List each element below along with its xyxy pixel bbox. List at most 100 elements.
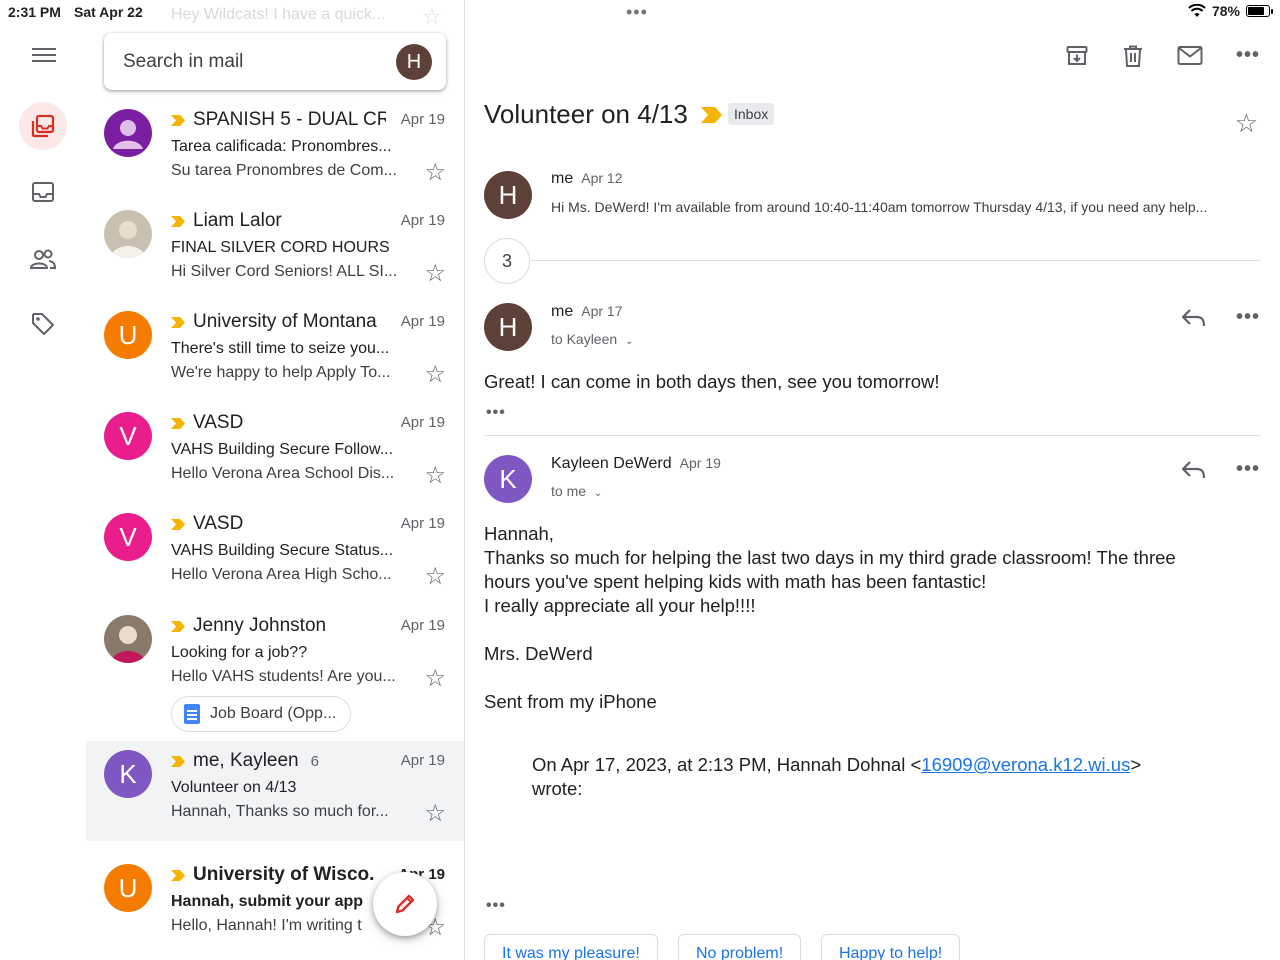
sender-line: University of Wisco. xyxy=(171,864,386,886)
mail-subject: Tarea calificada: Pronombres... xyxy=(171,138,392,155)
body-line: I really appreciate all your help!!!! xyxy=(484,595,756,616)
archive-icon[interactable] xyxy=(1063,42,1091,70)
avatar[interactable] xyxy=(104,615,152,663)
mail-date: Apr 19 xyxy=(400,414,445,431)
mail-snippet: We're happy to help Apply To... xyxy=(171,364,391,381)
mail-list-row[interactable]: V VASD Apr 19 VAHS Building Secure Follow..… xyxy=(86,403,464,503)
message-header[interactable]: Kayleen DeWerd Apr 19 xyxy=(551,455,721,473)
nav-rail xyxy=(0,0,86,960)
thread-count: 6 xyxy=(310,752,319,770)
important-marker-icon xyxy=(171,755,185,767)
attachment-name: Job Board (Opp... xyxy=(210,705,337,722)
star-icon[interactable]: ☆ xyxy=(424,259,446,288)
smart-reply-button[interactable]: No problem! xyxy=(678,934,802,960)
show-trimmed-icon[interactable]: ••• xyxy=(486,897,506,915)
rail-contacts-icon[interactable] xyxy=(19,235,67,283)
mail-list-row[interactable]: V VASD Apr 19 VAHS Building Secure Status..… xyxy=(86,504,464,604)
star-icon[interactable]: ☆ xyxy=(424,158,446,187)
mail-subject: There's still time to seize you... xyxy=(171,340,390,357)
smart-reply-button[interactable]: Happy to help! xyxy=(821,934,961,960)
attachment-chip[interactable]: Job Board (Opp... xyxy=(171,696,352,732)
recipients-toggle[interactable]: to Kayleen ⌄ xyxy=(551,331,633,347)
mail-snippet: Hello, Hannah! I'm writing t xyxy=(171,917,362,934)
avatar[interactable]: V xyxy=(104,513,152,561)
status-bar: 2:31 PM Sat Apr 22 ••• 78% xyxy=(0,0,1280,26)
collapsed-divider xyxy=(531,260,1261,261)
battery-icon xyxy=(1246,5,1273,17)
body-line xyxy=(484,666,1176,690)
avatar[interactable] xyxy=(104,210,152,258)
quote-wrote: wrote: xyxy=(532,778,583,799)
rail-labels-icon[interactable] xyxy=(19,300,67,348)
rail-mail-stack-icon[interactable] xyxy=(19,102,67,150)
mail-list-row[interactable]: Kme, Kayleen 6 Apr 19 Volunteer on 4/13 Hann… xyxy=(86,741,464,841)
recipients-label: to Kayleen xyxy=(551,331,618,347)
mail-list: Hey Wildcats! I have a quick... ☆ Search… xyxy=(86,0,464,960)
sender-name: me xyxy=(551,303,574,320)
avatar[interactable]: V xyxy=(104,412,152,460)
reply-icon[interactable] xyxy=(1180,458,1208,482)
mail-date: Apr 19 xyxy=(400,515,445,532)
sender-avatar: H xyxy=(484,303,532,351)
chevron-down-icon: ⌄ xyxy=(625,336,634,347)
important-marker-icon xyxy=(171,114,185,126)
pencil-icon xyxy=(395,894,415,914)
message-preview[interactable]: Hi Ms. DeWerd! I'm available from around… xyxy=(551,199,1261,215)
body-line: Thanks so much for helping the last two … xyxy=(484,547,1176,568)
status-time: 2:31 PM xyxy=(8,4,61,20)
email-link[interactable]: 16909@verona.k12.wi.us xyxy=(921,754,1130,775)
mail-date: Apr 19 xyxy=(400,617,445,634)
important-marker-icon xyxy=(171,518,185,530)
message-header[interactable]: me Apr 17 xyxy=(551,303,622,321)
avatar[interactable] xyxy=(104,109,152,157)
star-icon[interactable]: ☆ xyxy=(424,461,446,490)
inbox-label[interactable]: Inbox xyxy=(728,103,775,125)
mark-unread-icon[interactable] xyxy=(1176,42,1204,70)
thread-star-icon[interactable]: ☆ xyxy=(1235,108,1258,139)
avatar[interactable]: U xyxy=(104,311,152,359)
message-header[interactable]: me Apr 12 xyxy=(551,170,622,188)
mail-list-row[interactable]: Liam Lalor Apr 19 FINAL SILVER CORD HOURS H… xyxy=(86,201,464,301)
mail-subject: VAHS Building Secure Status... xyxy=(171,542,394,559)
mail-date: Apr 19 xyxy=(400,313,445,330)
mail-date: Apr 19 xyxy=(400,752,445,769)
sender-name: SPANISH 5 - DUAL CR. xyxy=(193,109,386,130)
message-body: Hannah, Thanks so much for helping the la… xyxy=(484,522,1176,714)
message-more-icon[interactable]: ••• xyxy=(1236,458,1260,481)
compose-button[interactable] xyxy=(373,872,437,936)
search-bar[interactable]: Search in mail H xyxy=(104,33,446,90)
chevron-down-icon: ⌄ xyxy=(593,488,603,499)
menu-icon[interactable] xyxy=(30,44,58,68)
mail-subject: FINAL SILVER CORD HOURS xyxy=(171,239,390,256)
message-body: Great! I can come in both days then, see… xyxy=(484,371,940,392)
account-avatar[interactable]: H xyxy=(396,44,432,80)
message-more-icon[interactable]: ••• xyxy=(1236,306,1260,329)
recipients-toggle[interactable]: to me ⌄ xyxy=(551,483,602,499)
sender-line: VASD xyxy=(171,513,386,535)
avatar[interactable]: U xyxy=(104,864,152,912)
smart-reply-button[interactable]: It was my pleasure! xyxy=(484,934,658,960)
sender-line: Jenny Johnston xyxy=(171,615,386,637)
collapsed-messages-button[interactable]: 3 xyxy=(484,238,530,284)
rail-inbox-icon[interactable] xyxy=(19,168,67,216)
search-input[interactable]: Search in mail xyxy=(123,51,243,73)
mail-list-row[interactable]: Jenny Johnston Apr 19 Looking for a job?? H… xyxy=(86,606,464,732)
more-options-icon[interactable]: ••• xyxy=(1236,44,1260,67)
star-icon[interactable]: ☆ xyxy=(424,664,446,693)
multitasking-dots[interactable]: ••• xyxy=(626,2,648,23)
mail-snippet: Hello Verona Area High Scho... xyxy=(171,566,392,583)
mail-list-row[interactable]: U University of Montana Apr 19 There's stil… xyxy=(86,302,464,402)
important-marker-icon xyxy=(171,417,185,429)
reply-icon[interactable] xyxy=(1180,306,1208,330)
star-icon[interactable]: ☆ xyxy=(424,562,446,591)
delete-icon[interactable] xyxy=(1119,42,1147,70)
avatar[interactable]: K xyxy=(104,750,152,798)
sender-name: VASD xyxy=(193,412,244,433)
body-line xyxy=(484,618,1176,642)
important-marker-icon xyxy=(171,215,185,227)
star-icon[interactable]: ☆ xyxy=(424,799,446,828)
star-icon[interactable]: ☆ xyxy=(424,360,446,389)
important-marker-icon[interactable] xyxy=(701,107,723,123)
mail-list-row[interactable]: SPANISH 5 - DUAL CR. Apr 19 Tarea califica… xyxy=(86,100,464,200)
show-trimmed-icon[interactable]: ••• xyxy=(486,404,506,422)
